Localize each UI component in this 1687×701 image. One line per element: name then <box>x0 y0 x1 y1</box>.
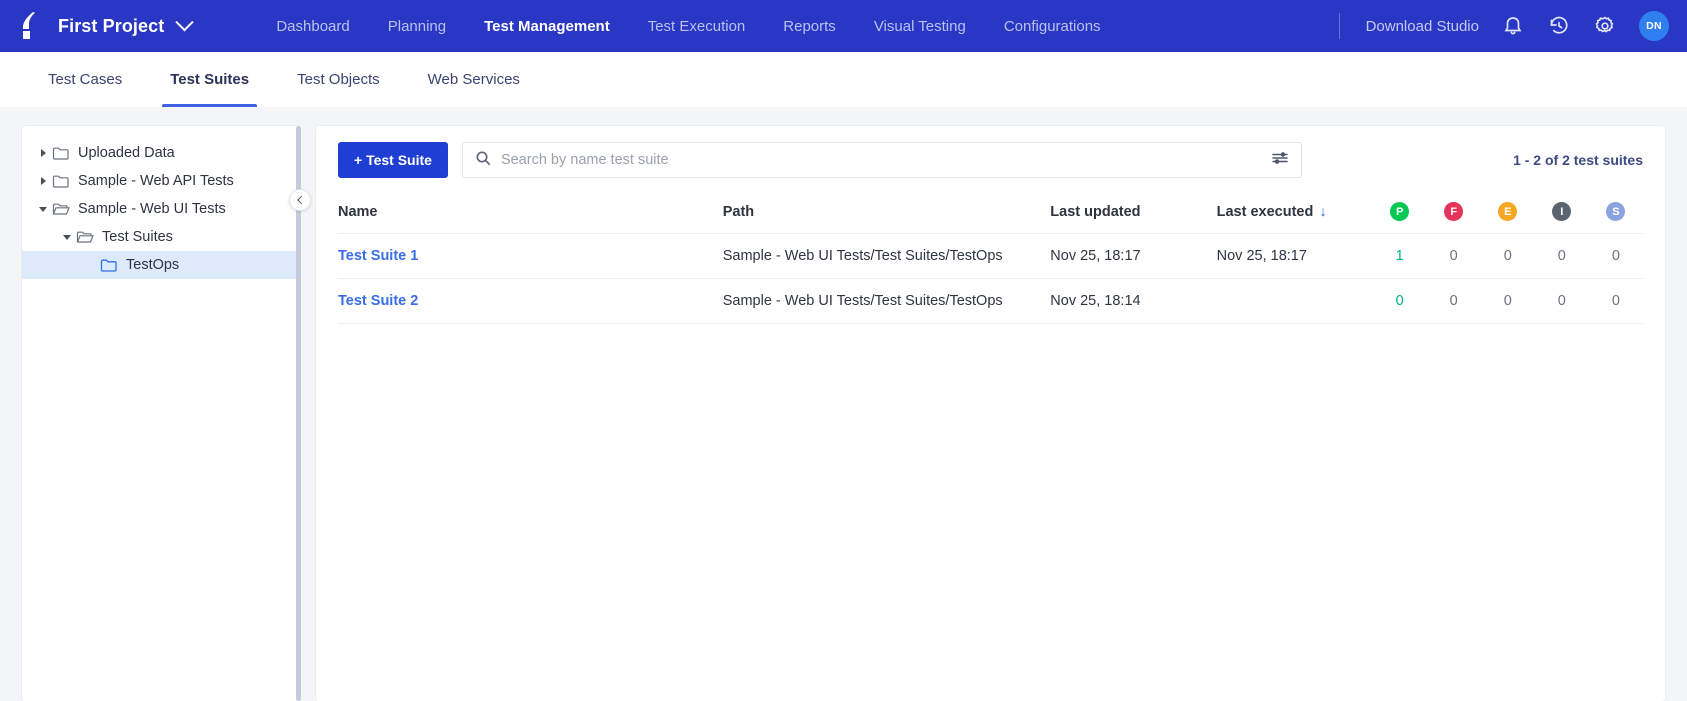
column-header-last-executed[interactable]: Last executed ↓ <box>1216 192 1373 234</box>
caret-down-icon[interactable] <box>34 206 52 212</box>
folder-closed-icon <box>52 173 70 189</box>
column-header-error[interactable]: E <box>1480 192 1535 234</box>
add-test-suite-button[interactable]: + Test Suite <box>338 142 448 178</box>
tree-item-sample-web-ui-tests[interactable]: Sample - Web UI Tests <box>22 195 300 223</box>
primary-nav: Dashboard Planning Test Management Test … <box>276 18 1100 35</box>
nav-link-test-execution[interactable]: Test Execution <box>648 18 746 35</box>
tab-test-objects[interactable]: Test Objects <box>289 52 388 107</box>
cell-skipped: 0 <box>1588 233 1643 279</box>
cell-last-updated: Nov 25, 18:14 <box>1050 278 1217 324</box>
tab-web-services[interactable]: Web Services <box>420 52 528 107</box>
tree-item-uploaded-data[interactable]: Uploaded Data <box>22 139 300 167</box>
cell-incomplete: 0 <box>1534 278 1589 324</box>
tree-item-test-suites[interactable]: Test Suites <box>22 223 300 251</box>
column-header-incomplete[interactable]: I <box>1534 192 1589 234</box>
chevron-left-icon <box>297 195 306 205</box>
cell-passed: 0 <box>1372 278 1427 324</box>
tree-item-label: Sample - Web UI Tests <box>78 201 226 217</box>
download-studio-link[interactable]: Download Studio <box>1366 18 1479 35</box>
bell-icon[interactable] <box>1501 14 1525 38</box>
search-icon <box>475 150 491 171</box>
column-header-failed[interactable]: F <box>1426 192 1481 234</box>
toolbar: + Test Suite 1 - 2 of 2 test suites <box>338 142 1643 178</box>
cell-name: Test Suite 2 <box>338 278 723 324</box>
test-suites-table: Name Path Last updated Last executed ↓ P … <box>338 192 1643 324</box>
status-badge-skipped: S <box>1606 202 1626 221</box>
sort-descending-icon[interactable]: ↓ <box>1319 204 1326 220</box>
column-header-skipped[interactable]: S <box>1588 192 1643 234</box>
folder-open-icon <box>76 229 94 245</box>
katalon-logo-icon <box>18 11 44 41</box>
cell-skipped: 0 <box>1588 278 1643 324</box>
caret-down-icon[interactable] <box>58 234 76 240</box>
tab-test-cases[interactable]: Test Cases <box>40 52 130 107</box>
nav-link-visual-testing[interactable]: Visual Testing <box>874 18 966 35</box>
sidebar-collapse-button[interactable] <box>289 189 311 211</box>
column-header-name[interactable]: Name <box>338 192 723 234</box>
caret-right-icon[interactable] <box>34 149 52 157</box>
explorer-sidebar: Uploaded Data Sample - Web API Tests Sam… <box>22 126 311 701</box>
status-badge-passed: P <box>1390 202 1410 221</box>
folder-closed-icon <box>100 257 118 273</box>
gear-icon[interactable] <box>1593 14 1617 38</box>
table-body: Test Suite 1 Sample - Web UI Tests/Test … <box>338 233 1643 324</box>
history-icon[interactable] <box>1547 14 1571 38</box>
table-header: Name Path Last updated Last executed ↓ P … <box>338 192 1643 234</box>
status-badge-error: E <box>1498 202 1518 221</box>
cell-last-executed <box>1216 278 1373 324</box>
search-input[interactable] <box>500 152 1261 168</box>
column-header-last-updated[interactable]: Last updated <box>1050 192 1217 234</box>
cell-last-executed: Nov 25, 18:17 <box>1216 233 1373 279</box>
nav-link-configurations[interactable]: Configurations <box>1004 18 1101 35</box>
tree-item-sample-web-api-tests[interactable]: Sample - Web API Tests <box>22 167 300 195</box>
test-suite-link[interactable]: Test Suite 2 <box>338 293 418 309</box>
test-suite-link[interactable]: Test Suite 1 <box>338 248 418 264</box>
results-count: 1 - 2 of 2 test suites <box>1513 152 1643 168</box>
tree-item-label: Uploaded Data <box>78 145 175 161</box>
search-box[interactable] <box>461 142 1302 178</box>
table-header-row: Name Path Last updated Last executed ↓ P … <box>338 192 1643 234</box>
tree-item-label: TestOps <box>126 257 180 273</box>
folder-open-icon <box>52 201 70 217</box>
cell-failed: 0 <box>1426 233 1481 279</box>
top-navigation-bar: First Project Dashboard Planning Test Ma… <box>0 0 1687 52</box>
top-nav-right-group: Download Studio DN <box>1338 11 1669 41</box>
table-row[interactable]: Test Suite 2 Sample - Web UI Tests/Test … <box>338 278 1643 324</box>
filter-sliders-icon[interactable] <box>1271 150 1289 171</box>
cell-error: 0 <box>1480 278 1535 324</box>
tree-item-label: Test Suites <box>102 229 173 245</box>
brand-logo-area[interactable] <box>18 11 44 41</box>
cell-path: Sample - Web UI Tests/Test Suites/TestOp… <box>722 233 1051 279</box>
column-header-last-executed-label: Last executed <box>1216 203 1314 220</box>
avatar[interactable]: DN <box>1639 11 1669 41</box>
column-header-passed[interactable]: P <box>1372 192 1427 234</box>
chevron-down-icon[interactable] <box>175 12 195 31</box>
status-badge-incomplete: I <box>1552 202 1572 221</box>
cell-error: 0 <box>1480 233 1535 279</box>
project-title: First Project <box>58 15 165 36</box>
nav-link-reports[interactable]: Reports <box>783 18 836 35</box>
cell-incomplete: 0 <box>1534 233 1589 279</box>
folder-closed-icon <box>52 145 70 161</box>
nav-link-test-management[interactable]: Test Management <box>484 18 610 35</box>
cell-path: Sample - Web UI Tests/Test Suites/TestOp… <box>722 278 1051 324</box>
nav-link-planning[interactable]: Planning <box>388 18 446 35</box>
nav-link-dashboard[interactable]: Dashboard <box>276 18 349 35</box>
tab-test-suites[interactable]: Test Suites <box>162 52 258 107</box>
nav-divider <box>1338 13 1340 39</box>
caret-right-icon[interactable] <box>34 177 52 185</box>
page-body: Uploaded Data Sample - Web API Tests Sam… <box>0 107 1687 701</box>
status-badge-failed: F <box>1444 202 1464 221</box>
cell-last-updated: Nov 25, 18:17 <box>1050 233 1217 279</box>
cell-passed: 1 <box>1372 233 1427 279</box>
sidebar-scrollbar[interactable] <box>296 126 301 701</box>
cell-failed: 0 <box>1426 278 1481 324</box>
cell-name: Test Suite 1 <box>338 233 723 279</box>
test-suites-panel: + Test Suite 1 - 2 of 2 test suites <box>316 126 1665 701</box>
tree-item-label: Sample - Web API Tests <box>78 173 234 189</box>
table-row[interactable]: Test Suite 1 Sample - Web UI Tests/Test … <box>338 233 1643 279</box>
column-header-path[interactable]: Path <box>722 192 1051 234</box>
section-tabs: Test Cases Test Suites Test Objects Web … <box>0 52 1687 107</box>
tree-item-testops[interactable]: TestOps <box>22 251 300 279</box>
